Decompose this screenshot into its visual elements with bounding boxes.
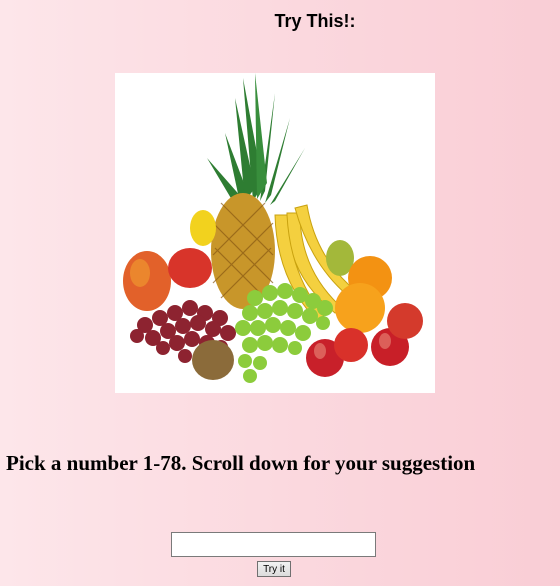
- page-title: Try This!:: [274, 11, 356, 31]
- apple: [168, 248, 212, 288]
- apple: [387, 303, 423, 339]
- try-it-button[interactable]: Try it: [257, 561, 291, 577]
- orange: [335, 283, 385, 333]
- apple: [334, 328, 368, 362]
- pineapple-crown: [207, 73, 305, 205]
- fruit-image: [115, 73, 435, 393]
- kiwi: [192, 340, 234, 380]
- number-input[interactable]: [171, 532, 376, 557]
- lemon: [190, 210, 216, 246]
- instruction-text: Pick a number 1-78. Scroll down for your…: [6, 451, 476, 475]
